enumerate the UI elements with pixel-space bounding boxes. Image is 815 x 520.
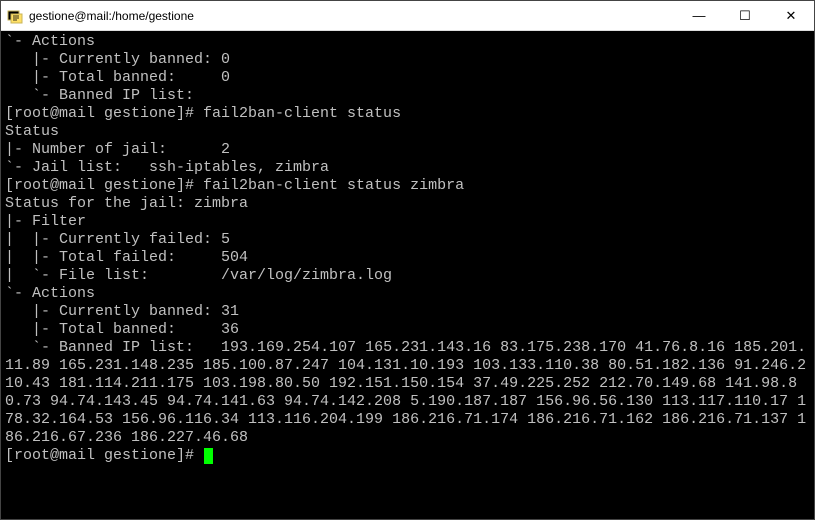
terminal-output: `- Actions |- Currently banned: 0 |- Tot… xyxy=(5,33,806,446)
window-title: gestione@mail:/home/gestione xyxy=(29,9,676,23)
minimize-button[interactable]: — xyxy=(676,1,722,30)
terminal-prompt: [root@mail gestione]# xyxy=(5,447,203,464)
terminal[interactable]: `- Actions |- Currently banned: 0 |- Tot… xyxy=(1,31,814,519)
close-button[interactable]: ✕ xyxy=(768,1,814,30)
cursor xyxy=(204,448,213,464)
window-controls: — ☐ ✕ xyxy=(676,1,814,30)
maximize-button[interactable]: ☐ xyxy=(722,1,768,30)
titlebar[interactable]: gestione@mail:/home/gestione — ☐ ✕ xyxy=(1,1,814,31)
putty-icon xyxy=(7,8,23,24)
window: gestione@mail:/home/gestione — ☐ ✕ `- Ac… xyxy=(0,0,815,520)
